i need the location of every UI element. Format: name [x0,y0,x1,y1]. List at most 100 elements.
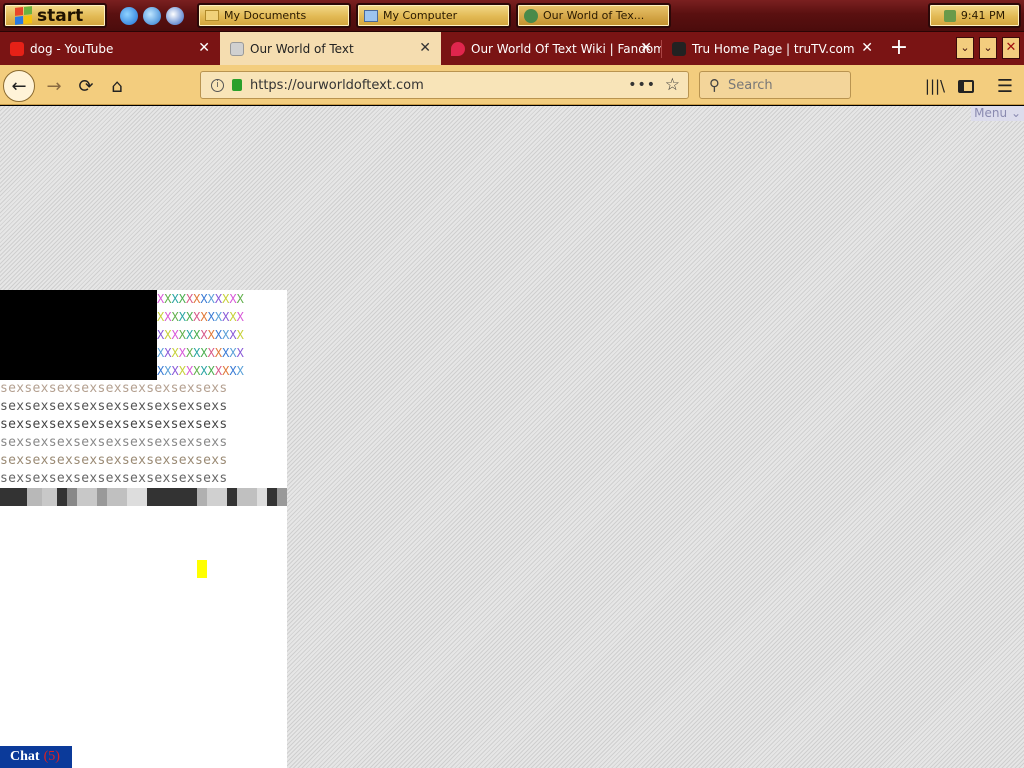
new-tab-button[interactable]: + [888,36,910,60]
chevron-down-icon: ⌄ [1007,106,1021,120]
close-tab-icon[interactable]: ✕ [198,40,210,56]
tab-label: Tru Home Page | truTV.com [692,41,855,56]
x-glyph: X [229,346,237,360]
forward-arrow-icon: → [46,75,62,97]
minimize-button[interactable]: ⌄ [979,37,997,59]
page-canvas[interactable]: Menu ⌄ XXXXXXXXXXXX XXXXXXXXXXXX XXXXXXX… [0,106,1024,768]
outlook-express-icon[interactable] [143,7,161,25]
x-glyph: X [236,346,244,360]
close-tab-icon[interactable]: ✕ [861,40,873,56]
chat-count-badge: (5) [43,749,60,764]
open-menu-button[interactable]: ☰ [993,74,1017,98]
x-row: XXXXXXXXXXXX [157,308,244,326]
trutv-icon [672,41,686,56]
home-button[interactable]: ⌂ [105,74,129,98]
x-glyph: X [229,328,237,342]
menu-label: Menu [974,106,1008,120]
x-row: XXXXXXXXXXXX [157,326,244,344]
sidebar-button[interactable] [954,74,978,98]
x-glyph: X [236,310,244,324]
x-glyph: X [178,292,186,306]
taskbar: start My Documents My Computer Our World… [0,0,1024,32]
system-tray: 9:41 PM [928,3,1021,28]
clock[interactable]: 9:41 PM [961,9,1005,22]
x-glyph: X [207,328,215,342]
x-glyph: X [200,364,208,378]
url-bar[interactable]: i https://ourworldoftext.com ••• ☆ [200,71,689,99]
list-all-tabs-button[interactable]: ⌄ [956,37,974,59]
search-bar[interactable]: ⚲ Search [699,71,851,99]
taskbar-window-my-computer[interactable]: My Computer [356,3,511,28]
info-icon[interactable]: i [211,78,224,92]
close-tab-icon[interactable]: ✕ [419,40,431,56]
sex-text-row: sexsexsexsexsexsexsexsexsexs [0,417,228,432]
navigation-toolbar: ← → ⟳ ⌂ i https://ourworldoftext.com •••… [0,65,1024,105]
black-block [0,290,157,380]
search-icon: ⚲ [709,76,720,94]
tab-trutv[interactable]: Tru Home Page | truTV.com ✕ [662,32,883,65]
x-glyph: X [229,364,237,378]
x-glyph: X [171,292,179,306]
fandom-icon [451,41,465,56]
tab-fandom-wiki[interactable]: Our World Of Text Wiki | Fandom ✕ [441,32,662,65]
tab-label: Our World Of Text Wiki | Fandom [471,41,662,56]
library-button[interactable]: |||\ [923,74,947,98]
lock-icon[interactable] [232,79,242,91]
page-icon [230,41,244,56]
x-glyph: X [178,346,186,360]
x-glyph: X [178,328,186,342]
x-row: XXXXXXXXXXXX [157,362,244,380]
reload-button[interactable]: ⟳ [74,74,98,98]
sex-text-row: sexsexsexsexsexsexsexsexsexs [0,435,228,450]
text-cursor [197,560,207,578]
close-window-button[interactable]: ✕ [1002,37,1020,59]
x-glyph: X [236,292,244,306]
x-glyph: X [171,346,179,360]
x-glyph: X [207,310,215,324]
x-glyph: X [207,292,215,306]
library-icon: |||\ [924,77,946,95]
chat-button[interactable]: Chat (5) [0,746,72,768]
tab-our-world-of-text[interactable]: Our World of Text ✕ [220,32,441,65]
search-input[interactable]: Search [728,78,773,93]
sex-text-row: sexsexsexsexsexsexsexsexsexs [0,399,228,414]
x-glyph: X [236,328,244,342]
x-glyph: X [200,292,208,306]
x-glyph: X [200,328,208,342]
x-glyph: X [207,364,215,378]
close-tab-icon[interactable]: ✕ [640,40,652,56]
sidebar-icon [958,79,974,93]
url-text[interactable]: https://ourworldoftext.com [250,78,424,93]
media-player-icon[interactable] [166,7,184,25]
folder-icon [205,10,219,21]
tab-label: dog - YouTube [30,41,114,56]
taskbar-window-label: My Computer [383,9,458,22]
bookmark-star-icon[interactable]: ☆ [665,75,680,95]
back-arrow-icon: ← [11,75,27,97]
x-glyph: X [178,364,186,378]
taskbar-window-browser[interactable]: Our World of Tex... [516,3,671,28]
internet-explorer-icon[interactable] [120,7,138,25]
back-button[interactable]: ← [3,70,35,102]
x-glyph: X [171,364,179,378]
browser-icon [524,8,538,23]
tab-strip: dog - YouTube ✕ Our World of Text ✕ Our … [0,32,1024,65]
x-glyph: X [200,310,208,324]
x-row: XXXXXXXXXXXX [157,344,244,362]
tab-label: Our World of Text [250,41,354,56]
x-glyph: X [178,310,186,324]
network-icon[interactable] [943,9,956,22]
start-label: start [37,5,84,26]
reload-icon: ⟳ [78,75,94,97]
forward-button[interactable]: → [42,74,66,98]
hamburger-menu-icon: ☰ [996,75,1014,97]
sex-text-row: sexsexsexsexsexsexsexsexsexs [0,453,228,468]
page-actions-icon[interactable]: ••• [628,77,656,93]
windows-logo-icon [15,6,32,25]
page-menu-button[interactable]: Menu ⌄ [971,106,1024,121]
taskbar-window-label: Our World of Tex... [543,9,645,22]
text-world-region[interactable]: XXXXXXXXXXXX XXXXXXXXXXXX XXXXXXXXXXXX X… [0,290,287,768]
start-button[interactable]: start [3,3,107,28]
taskbar-window-my-documents[interactable]: My Documents [197,3,351,28]
tab-youtube[interactable]: dog - YouTube ✕ [0,32,220,65]
